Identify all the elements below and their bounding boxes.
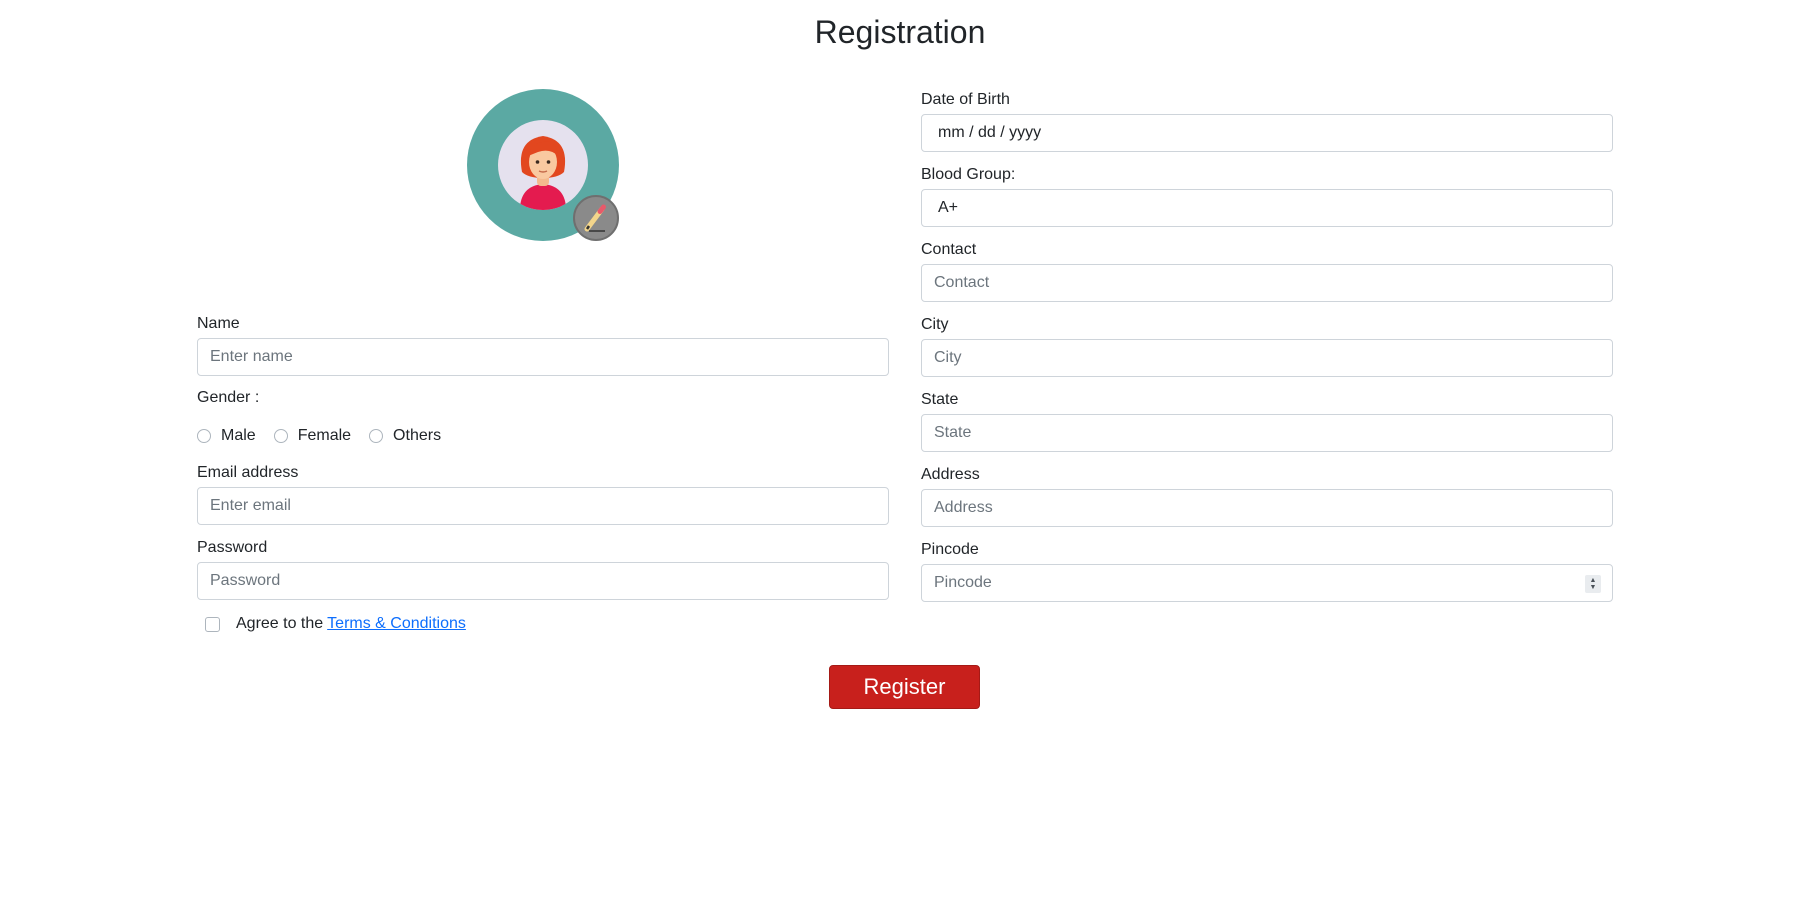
terms-checkbox[interactable] [205,616,220,632]
city-label: City [921,316,949,333]
gender-option-others[interactable]: Others [369,427,441,445]
terms-link[interactable]: Terms & Conditions [327,615,466,633]
password-field: Password [197,538,889,600]
dob-value: mm / dd / yyyy [938,124,1042,141]
pincode-label: Pincode [921,541,979,558]
dob-input[interactable]: mm / dd / yyyy [921,114,1613,152]
state-field: State [921,390,1613,452]
gender-male-label: Male [221,427,256,444]
dob-field: Date of Birth mm / dd / yyyy [921,90,1613,152]
password-input[interactable] [197,562,889,600]
pincode-stepper[interactable]: ▲ ▼ [1585,575,1601,593]
city-input[interactable] [921,339,1613,377]
contact-field: Contact [921,240,1613,302]
address-input[interactable] [921,489,1613,527]
address-label: Address [921,466,980,483]
name-field: Name [197,314,889,376]
gender-options: Male Female Others [197,427,459,445]
state-input[interactable] [921,414,1613,452]
pencil-icon [584,204,606,232]
chevron-up-icon: ▲ [1589,577,1597,584]
gender-others-label: Others [393,427,442,444]
chevron-down-icon: ▼ [1589,584,1597,591]
email-field: Email address [197,463,889,525]
state-label: State [921,391,959,408]
city-field: City [921,315,1613,377]
email-input[interactable] [197,487,889,525]
name-label: Name [197,315,240,332]
avatar[interactable] [467,89,619,241]
name-input[interactable] [197,338,889,376]
gender-female-label: Female [297,427,352,444]
blood-group-select[interactable]: A+ [921,189,1613,227]
contact-input[interactable] [921,264,1613,302]
dob-label: Date of Birth [921,91,1010,108]
terms-prefix: Agree to the [236,615,324,632]
email-label: Email address [197,464,299,481]
register-button[interactable]: Register [829,665,980,709]
password-label: Password [197,539,268,556]
avatar-ring [467,89,619,241]
radio-others[interactable] [369,429,384,443]
blood-group-field: Blood Group: A+ [921,165,1613,227]
pincode-field: Pincode ▲ ▼ [921,540,1613,602]
gender-field: Gender : [197,388,889,408]
pincode-wrapper: ▲ ▼ [921,564,1613,602]
gender-option-male[interactable]: Male [197,427,256,445]
gender-label: Gender : [197,389,260,406]
blood-group-label: Blood Group: [921,166,1016,183]
address-field: Address [921,465,1613,527]
contact-label: Contact [921,241,977,258]
radio-male[interactable] [197,429,211,443]
edit-avatar-button[interactable] [573,195,619,241]
pincode-input[interactable] [921,564,1613,602]
gender-option-female[interactable]: Female [273,427,352,445]
page-title: Registration [814,14,986,50]
terms-row: Agree to the Terms & Conditions [205,615,466,633]
radio-female[interactable] [273,429,288,443]
blood-group-value: A+ [938,199,959,216]
